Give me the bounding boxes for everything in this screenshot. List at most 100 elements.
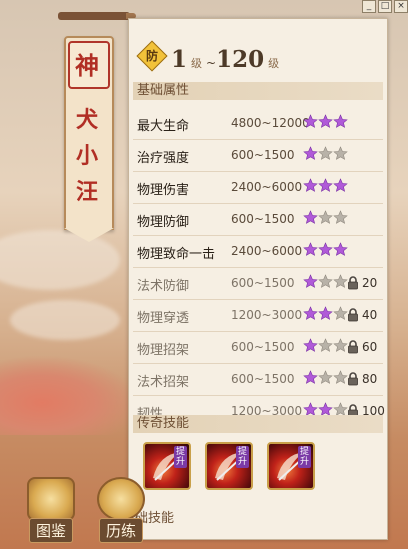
attribute-value: 600~1500: [231, 212, 295, 226]
star-empty-icon: [318, 210, 333, 224]
attribute-row: 物理致命一击 2400~6000: [133, 236, 383, 268]
star-empty-icon: [333, 338, 348, 352]
training-button-label: 历练: [98, 518, 143, 543]
codex-button-label: 图鉴: [28, 518, 73, 543]
attribute-rating: [303, 178, 348, 193]
skill-upgrade-badge: 提升: [174, 446, 187, 468]
attribute-row: 物理防御 600~1500: [133, 204, 383, 236]
attribute-rating: [303, 306, 348, 321]
attribute-row: 法术防御 600~1500 20: [133, 268, 383, 300]
attribute-value: 1200~3000: [231, 308, 303, 322]
level-min-unit: 级: [191, 57, 203, 70]
window-controls: _ □ ×: [362, 0, 408, 13]
attribute-name: 物理穿透: [137, 311, 190, 326]
background-glow: [0, 355, 140, 435]
background-cloud: [10, 300, 120, 340]
section-header-legendary-skills: 传奇技能: [133, 415, 383, 433]
attribute-row: 治疗强度 600~1500: [133, 140, 383, 172]
legendary-skill-slot[interactable]: 提升: [143, 442, 191, 490]
star-empty-icon: [333, 210, 348, 224]
codex-button[interactable]: 图鉴: [24, 477, 78, 543]
star-filled-icon: [303, 114, 318, 128]
star-empty-icon: [318, 274, 333, 288]
star-filled-icon: [318, 114, 333, 128]
skill-upgrade-badge: 提升: [236, 446, 249, 468]
unlock-level: 40: [362, 308, 378, 322]
star-filled-icon: [303, 210, 318, 224]
star-filled-icon: [333, 242, 348, 256]
legendary-skill-slot[interactable]: 提升: [267, 442, 315, 490]
hero-info-panel: 防 1 级 ~ 120 级 基础属性 最大生命 4800~12000 治疗强度 600…: [128, 18, 388, 540]
codex-book-icon: [27, 477, 75, 521]
attribute-value: 4800~12000: [231, 116, 310, 130]
star-filled-icon: [318, 178, 333, 192]
attribute-row: 物理招架 600~1500 60: [133, 332, 383, 364]
lock-icon: [348, 308, 358, 322]
minimize-icon[interactable]: _: [362, 0, 376, 13]
attribute-row: 法术招架 600~1500 80: [133, 364, 383, 396]
star-empty-icon: [318, 370, 333, 384]
hero-name-char: 汪: [75, 179, 98, 205]
level-max-unit: 级: [268, 57, 280, 70]
star-filled-icon: [303, 178, 318, 192]
star-filled-icon: [303, 338, 318, 352]
defense-type-label: 防: [145, 49, 158, 63]
attribute-name: 物理致命一击: [137, 247, 216, 262]
star-filled-icon: [303, 370, 318, 384]
lock-icon: [348, 276, 358, 290]
attribute-rating: [303, 210, 348, 225]
attribute-name: 治疗强度: [137, 151, 190, 166]
level-separator: ~: [206, 56, 217, 70]
level-min: 1: [171, 46, 188, 73]
attribute-rating: [303, 370, 348, 385]
attribute-rating: [303, 274, 348, 289]
attribute-name: 物理招架: [137, 343, 190, 358]
attribute-value: 600~1500: [231, 148, 295, 162]
attribute-name: 法术招架: [137, 375, 190, 390]
banner-pole: [58, 12, 130, 20]
training-egg-icon: [97, 477, 145, 521]
star-empty-icon: [333, 146, 348, 160]
attribute-value: 2400~6000: [231, 244, 303, 258]
hero-name-char: 犬: [75, 107, 98, 133]
attribute-list: 最大生命 4800~12000 治疗强度 600~1500 物理伤害 2400~6000 物…: [133, 108, 385, 428]
attribute-rating: [303, 146, 348, 161]
level-range: 防 1 级 ~ 120 级: [135, 40, 283, 73]
hero-title-char: 神: [75, 51, 99, 80]
star-empty-icon: [333, 306, 348, 320]
star-empty-icon: [318, 338, 333, 352]
attribute-value: 2400~6000: [231, 180, 303, 194]
section-header-attributes: 基础属性: [133, 82, 383, 100]
defense-type-badge: 防: [136, 40, 168, 72]
legendary-skill-slot[interactable]: 提升: [205, 442, 253, 490]
star-empty-icon: [318, 146, 333, 160]
attribute-rating: [303, 242, 348, 257]
attribute-value: 600~1500: [231, 372, 295, 386]
star-filled-icon: [318, 242, 333, 256]
legendary-skill-list: 提升 提升 提升: [143, 442, 315, 490]
lock-icon: [348, 372, 358, 386]
star-filled-icon: [333, 178, 348, 192]
star-filled-icon: [333, 114, 348, 128]
star-filled-icon: [303, 242, 318, 256]
hero-name-char: 小: [75, 143, 98, 169]
star-empty-icon: [333, 370, 348, 384]
star-filled-icon: [303, 146, 318, 160]
lock-icon: [348, 340, 358, 354]
star-filled-icon: [303, 274, 318, 288]
star-filled-icon: [303, 306, 318, 320]
attribute-row: 最大生命 4800~12000: [133, 108, 383, 140]
star-empty-icon: [333, 274, 348, 288]
training-button[interactable]: 历练: [94, 477, 148, 543]
attribute-name: 法术防御: [137, 279, 190, 294]
attribute-value: 600~1500: [231, 340, 295, 354]
hero-name-banner: 神 犬 小 汪: [64, 36, 114, 242]
unlock-level: 60: [362, 340, 378, 354]
attribute-value: 600~1500: [231, 276, 295, 290]
star-filled-icon: [318, 306, 333, 320]
attribute-name: 物理伤害: [137, 183, 190, 198]
close-icon[interactable]: ×: [394, 0, 408, 13]
attribute-name: 最大生命: [137, 119, 190, 134]
restore-icon[interactable]: □: [378, 0, 392, 13]
unlock-level: 80: [362, 372, 378, 386]
